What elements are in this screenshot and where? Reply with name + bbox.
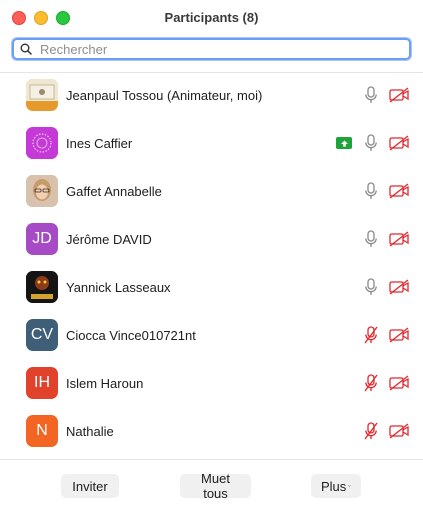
- participant-row[interactable]: N Nathalie: [0, 407, 423, 455]
- participant-row[interactable]: Gaffet Annabelle: [0, 167, 423, 215]
- window-controls: [12, 11, 70, 25]
- video-off-icon[interactable]: [388, 278, 410, 296]
- avatar-initials: IH: [34, 374, 50, 391]
- participant-row[interactable]: Jeanpaul Tossou (Animateur, moi): [0, 71, 423, 119]
- avatar-initials: JD: [32, 230, 52, 247]
- search-input[interactable]: [36, 41, 409, 57]
- microphone-muted-icon[interactable]: [364, 422, 378, 440]
- more-button[interactable]: Plus: [311, 474, 361, 498]
- avatar-initials: N: [36, 422, 48, 439]
- avatar: IH: [26, 367, 58, 399]
- participant-name: Yannick Lasseaux: [66, 279, 171, 295]
- participants-window: Participants (8) Jeanpaul Tossou (Animat…: [0, 0, 423, 514]
- invite-button[interactable]: Inviter: [61, 474, 119, 498]
- participant-name: Ines Caffier: [66, 135, 133, 151]
- video-off-icon[interactable]: [388, 86, 410, 104]
- search-icon: [16, 43, 36, 55]
- participant-name: Ciocca Vince010721nt: [66, 327, 196, 343]
- close-window-button[interactable]: [12, 11, 26, 25]
- participant-name: Jeanpaul Tossou (Animateur, moi): [66, 87, 263, 103]
- footer-toolbar: Inviter Muet tous Plus: [0, 459, 423, 514]
- video-off-icon[interactable]: [388, 326, 410, 344]
- participant-name: Gaffet Annabelle: [66, 183, 162, 199]
- avatar: [26, 271, 58, 303]
- maximize-window-button[interactable]: [56, 11, 70, 25]
- microphone-icon[interactable]: [364, 134, 378, 152]
- video-off-icon[interactable]: [388, 374, 410, 392]
- participant-name: Nathalie: [66, 423, 114, 439]
- more-label: Plus: [321, 478, 347, 494]
- avatar: N: [26, 415, 58, 447]
- chevron-down-icon: [348, 485, 351, 487]
- avatar-initials: CV: [30, 326, 54, 343]
- video-off-icon[interactable]: [388, 422, 410, 440]
- avatar: CV: [26, 319, 58, 351]
- avatar: [26, 175, 58, 207]
- participant-row[interactable]: IH Islem Haroun: [0, 359, 423, 407]
- avatar: [26, 127, 58, 159]
- microphone-icon[interactable]: [364, 230, 378, 248]
- participant-name: Islem Haroun: [66, 375, 144, 391]
- microphone-icon[interactable]: [364, 278, 378, 296]
- avatar: [26, 79, 58, 111]
- search-box[interactable]: [12, 38, 411, 60]
- video-off-icon[interactable]: [388, 134, 410, 152]
- participant-list: Jeanpaul Tossou (Animateur, moi) Ines Caf…: [0, 71, 423, 455]
- participant-row[interactable]: JD Jérôme DAVID: [0, 215, 423, 263]
- microphone-icon[interactable]: [364, 182, 378, 200]
- mute-all-button[interactable]: Muet tous: [180, 471, 251, 501]
- participant-row[interactable]: Ines Caffier: [0, 119, 423, 167]
- screen-share-icon[interactable]: [336, 137, 352, 149]
- avatar: JD: [26, 223, 58, 255]
- window-title: Participants (8): [164, 9, 259, 25]
- microphone-icon[interactable]: [364, 86, 378, 104]
- participant-name: Jérôme DAVID: [66, 231, 152, 247]
- participant-row[interactable]: CV Ciocca Vince010721nt: [0, 311, 423, 359]
- video-off-icon[interactable]: [388, 182, 410, 200]
- video-off-icon[interactable]: [388, 230, 410, 248]
- microphone-muted-icon[interactable]: [364, 374, 378, 392]
- participant-row[interactable]: Yannick Lasseaux: [0, 263, 423, 311]
- minimize-window-button[interactable]: [34, 11, 48, 25]
- microphone-muted-icon[interactable]: [364, 326, 378, 344]
- title-bar: Participants (8): [0, 0, 423, 34]
